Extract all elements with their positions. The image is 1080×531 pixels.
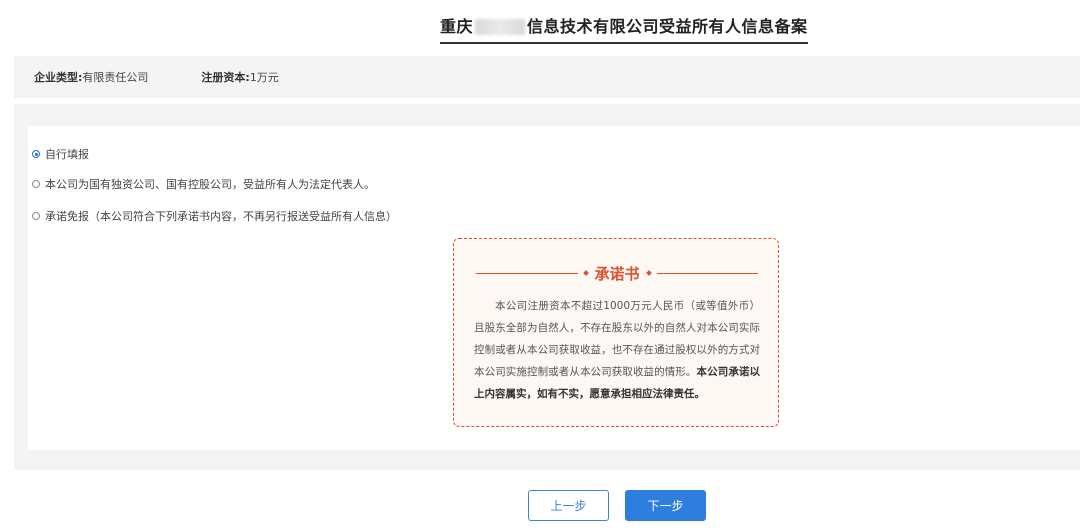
page-title: 重庆 信息技术有限公司受益所有人信息备案 [440, 14, 808, 40]
redacted-name [475, 19, 526, 35]
registered-capital-value: 1万元 [249, 71, 279, 84]
company-type-value: 有限责任公司 [82, 71, 149, 84]
form-body: 自行填报 本公司为国有独资公司、国有控股公司，受益所有人为法定代表人。 承诺免报… [28, 126, 1080, 450]
page-title-suffix: 信息技术有限公司受益所有人信息备案 [527, 17, 808, 36]
prev-step-button[interactable]: 上一步 [528, 490, 609, 521]
option-state-owned[interactable]: 本公司为国有独资公司、国有控股公司，受益所有人为法定代表人。 [32, 176, 375, 192]
pledge-card: 承诺书 本公司注册资本不超过1000万元人民币（或等值外币）且股东全部为自然人，… [453, 238, 779, 427]
pledge-title: 承诺书 [594, 264, 640, 283]
diamond-icon [645, 270, 652, 276]
option-self-report[interactable]: 自行填报 [32, 146, 89, 162]
company-type: 企业类型:有限责任公司 [34, 69, 148, 85]
radio-self-report[interactable] [32, 150, 40, 158]
form-panel: 自行填报 本公司为国有独资公司、国有控股公司，受益所有人为法定代表人。 承诺免报… [14, 104, 1080, 470]
option-self-report-label: 自行填报 [45, 148, 89, 161]
registered-capital: 注册资本:1万元 [201, 69, 278, 85]
option-state-owned-label: 本公司为国有独资公司、国有控股公司，受益所有人为法定代表人。 [45, 178, 375, 191]
divider-right [656, 272, 759, 274]
page-title-wrap: 重庆 信息技术有限公司受益所有人信息备案 [440, 14, 808, 44]
next-step-button[interactable]: 下一步 [625, 490, 706, 521]
diamond-icon [582, 270, 589, 276]
option-pledge-exempt-label: 承诺免报（本公司符合下列承诺书内容，不再另行报送受益所有人信息） [45, 210, 397, 223]
pledge-header: 承诺书 [476, 264, 759, 283]
option-pledge-exempt[interactable]: 承诺免报（本公司符合下列承诺书内容，不再另行报送受益所有人信息） [32, 208, 397, 224]
radio-pledge-exempt[interactable] [32, 212, 40, 220]
company-type-key: 企业类型: [34, 71, 83, 84]
page: 重庆 信息技术有限公司受益所有人信息备案 企业类型:有限责任公司 注册资本:1万… [0, 0, 1080, 531]
pledge-text: 本公司注册资本不超过1000万元人民币（或等值外币）且股东全部为自然人，不存在股… [474, 295, 760, 405]
radio-state-owned[interactable] [32, 180, 40, 188]
page-title-prefix: 重庆 [440, 17, 474, 36]
company-info-bar: 企业类型:有限责任公司 注册资本:1万元 [14, 56, 1080, 98]
registered-capital-key: 注册资本: [201, 71, 250, 84]
divider-left [476, 272, 578, 274]
